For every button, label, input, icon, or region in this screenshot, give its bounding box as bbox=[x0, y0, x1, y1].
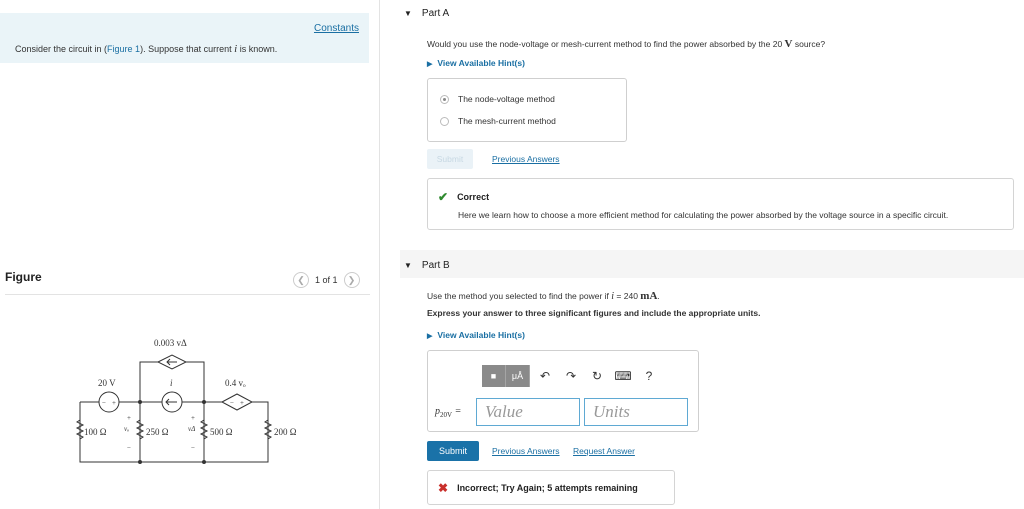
templates-button[interactable]: ■ bbox=[482, 365, 506, 387]
feedback-title-text: Correct bbox=[457, 192, 490, 202]
label-r500: 500 Ω bbox=[210, 427, 233, 437]
part-a-question-after: source? bbox=[792, 39, 826, 49]
label-current-i: i bbox=[170, 378, 173, 388]
answer-label-eq: = bbox=[452, 406, 462, 417]
part-b-unit: mA bbox=[640, 290, 658, 302]
answer-label-sub: 20V bbox=[440, 411, 453, 419]
keyboard-icon[interactable]: ⌨ bbox=[612, 365, 634, 387]
reset-icon[interactable]: ↻ bbox=[586, 365, 608, 387]
request-answer-link[interactable]: Request Answer bbox=[573, 446, 635, 456]
part-a-choices: The node-voltage method The mesh-current… bbox=[427, 78, 627, 142]
expand-arrow-icon: ▶ bbox=[427, 61, 433, 68]
label-dep-plus: + bbox=[240, 399, 244, 407]
constants-link[interactable]: Constants bbox=[314, 23, 359, 34]
intro-text-middle: ). Suppose that current bbox=[140, 44, 235, 54]
label-minus-vo: − bbox=[127, 444, 131, 452]
collapse-arrow-icon: ▼ bbox=[404, 261, 412, 270]
answer-input-box: ■ μÅ ↶ ↷ ↻ ⌨ ? p20V = Value Units bbox=[427, 350, 699, 432]
part-a-question: Would you use the node-voltage or mesh-c… bbox=[427, 38, 825, 50]
figure-divider bbox=[5, 294, 370, 295]
math-toolbar: ■ μÅ ↶ ↷ ↻ ⌨ ? bbox=[482, 365, 660, 387]
part-a-submit-button: Submit bbox=[427, 149, 473, 169]
label-src-plus: + bbox=[112, 399, 116, 407]
label-plus-vdelta: + bbox=[191, 414, 195, 422]
part-b-header[interactable]: ▼ Part B bbox=[404, 260, 450, 271]
part-b-hint-label: View Available Hint(s) bbox=[437, 330, 525, 340]
intro-text-after: is known. bbox=[237, 44, 278, 54]
part-a-previous-answers-link[interactable]: Previous Answers bbox=[492, 154, 560, 164]
label-r100: 100 Ω bbox=[84, 427, 107, 437]
radio-selected-icon[interactable] bbox=[440, 94, 449, 104]
expand-arrow-icon: ▶ bbox=[427, 333, 433, 340]
part-b-feedback: ✖ Incorrect; Try Again; 5 attempts remai… bbox=[427, 470, 675, 505]
label-vdelta: vΔ bbox=[188, 425, 195, 433]
choice-label: The mesh-current method bbox=[458, 116, 556, 126]
label-plus-vo: + bbox=[127, 414, 131, 422]
choice-mesh-current[interactable]: The mesh-current method bbox=[440, 116, 556, 126]
figure-pager: ❮ 1 of 1 ❯ bbox=[293, 272, 360, 288]
units-button[interactable]: μÅ bbox=[506, 365, 530, 387]
label-r250: 250 Ω bbox=[146, 427, 169, 437]
x-mark-icon: ✖ bbox=[438, 480, 449, 495]
units-input[interactable]: Units bbox=[584, 398, 688, 426]
part-a-title: Part A bbox=[421, 8, 450, 19]
problem-intro: Constants Consider the circuit in (Figur… bbox=[0, 13, 369, 63]
part-a-hint-toggle[interactable]: ▶ View Available Hint(s) bbox=[427, 58, 525, 68]
collapse-arrow-icon: ▼ bbox=[404, 9, 412, 18]
part-a-question-before: Would you use the node-voltage or mesh-c… bbox=[427, 39, 785, 49]
value-input[interactable]: Value bbox=[476, 398, 580, 426]
intro-text-before: Consider the circuit in ( bbox=[15, 44, 108, 54]
part-b-hint-toggle[interactable]: ▶ View Available Hint(s) bbox=[427, 330, 525, 340]
circuit-diagram: 0.003 vΔ 20 V i 0.4 vₒ 100 Ω 250 Ω 500 Ω… bbox=[75, 338, 297, 464]
part-b-previous-answers-link[interactable]: Previous Answers bbox=[492, 446, 560, 456]
part-b-question-before: Use the method you selected to find the … bbox=[427, 291, 612, 301]
dependent-voltage-source bbox=[220, 393, 254, 411]
part-b-submit-button[interactable]: Submit bbox=[427, 441, 479, 461]
part-b-header-band bbox=[400, 250, 1024, 278]
part-b-question-end: . bbox=[657, 291, 660, 301]
undo-icon[interactable]: ↶ bbox=[534, 365, 556, 387]
next-figure-button[interactable]: ❯ bbox=[343, 272, 360, 288]
radio-icon[interactable] bbox=[440, 116, 449, 126]
part-b-question-after: = 240 bbox=[614, 291, 641, 301]
prev-figure-button[interactable]: ❮ bbox=[293, 272, 309, 288]
checkmark-icon: ✔ bbox=[438, 190, 449, 204]
feedback-title: ✔ Correct bbox=[438, 190, 489, 204]
intro-text: Consider the circuit in (Figure 1). Supp… bbox=[15, 43, 277, 55]
redo-icon[interactable]: ↷ bbox=[560, 365, 582, 387]
part-b-question: Use the method you selected to find the … bbox=[427, 290, 660, 302]
label-20v: 20 V bbox=[98, 378, 116, 388]
answer-label: p20V = bbox=[435, 406, 461, 419]
help-icon[interactable]: ? bbox=[638, 365, 660, 387]
part-b-title: Part B bbox=[421, 260, 450, 271]
label-dep-top: 0.003 vΔ bbox=[154, 338, 187, 348]
choice-label: The node-voltage method bbox=[458, 94, 555, 104]
figure-heading: Figure bbox=[5, 270, 42, 284]
part-a-hint-label: View Available Hint(s) bbox=[437, 58, 525, 68]
part-b-feedback-text: Incorrect; Try Again; 5 attempts remaini… bbox=[457, 482, 638, 493]
choice-node-voltage[interactable]: The node-voltage method bbox=[440, 94, 555, 104]
label-vo: vₒ bbox=[124, 425, 129, 433]
label-r200: 200 Ω bbox=[274, 427, 297, 437]
figure-page-count: 1 of 1 bbox=[315, 275, 338, 285]
part-a-header[interactable]: ▼ Part A bbox=[404, 8, 449, 19]
label-dep-minus: − bbox=[230, 399, 234, 407]
right-panel: ▼ Part A Would you use the node-voltage … bbox=[380, 0, 1024, 509]
part-a-feedback: ✔ Correct Here we learn how to choose a … bbox=[427, 178, 1014, 230]
part-b-instruction: Express your answer to three significant… bbox=[427, 308, 761, 318]
label-src-minus: − bbox=[102, 399, 106, 407]
label-dep-right: 0.4 vₒ bbox=[225, 378, 246, 388]
label-minus-vdelta: − bbox=[191, 444, 195, 452]
feedback-message: Here we learn how to choose a more effic… bbox=[458, 210, 949, 220]
left-panel: Constants Consider the circuit in (Figur… bbox=[0, 0, 380, 509]
figure-link[interactable]: Figure 1 bbox=[107, 44, 140, 54]
